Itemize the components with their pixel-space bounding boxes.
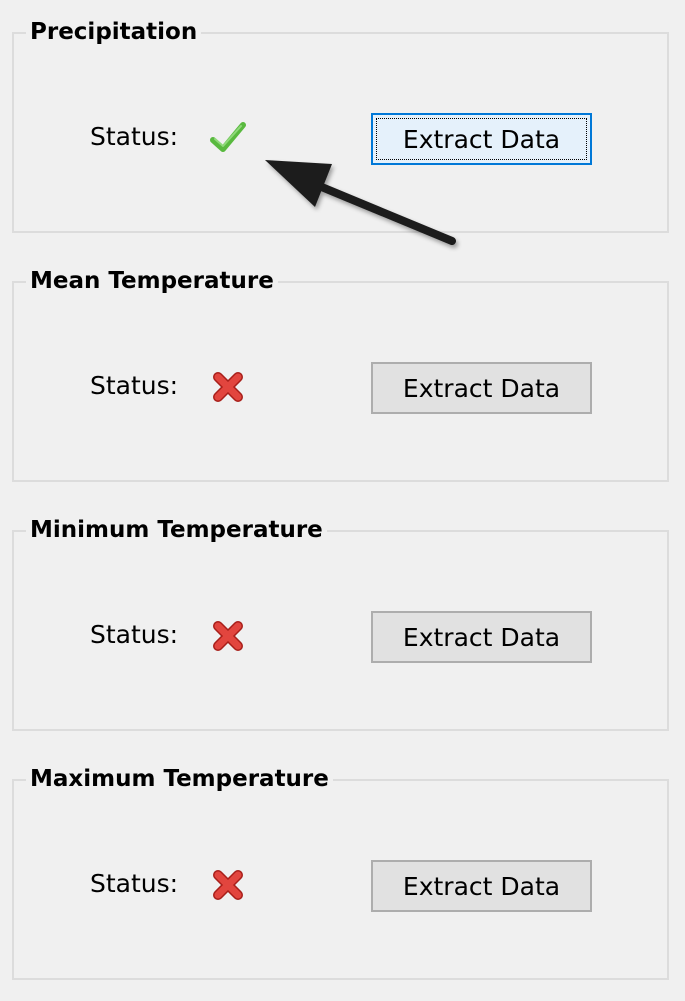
mean-temperature-group: Mean Temperature Status: Extract Data (12, 267, 669, 482)
precipitation-group: Precipitation Status: Extract Data (12, 18, 669, 233)
checkmark-icon (210, 120, 246, 156)
precipitation-status-label: Status: (90, 122, 179, 151)
maximum-temperature-extract-data-button[interactable]: Extract Data (371, 860, 592, 912)
minimum-temperature-extract-data-button[interactable]: Extract Data (371, 611, 592, 663)
cross-icon (210, 618, 246, 654)
minimum-temperature-group: Minimum Temperature Status: Extract Data (12, 516, 669, 731)
maximum-temperature-group-title: Maximum Temperature (26, 765, 333, 793)
minimum-temperature-group-title: Minimum Temperature (26, 516, 327, 544)
minimum-temperature-status-label: Status: (90, 620, 179, 649)
precipitation-extract-data-button[interactable]: Extract Data (371, 113, 592, 165)
mean-temperature-extract-data-button[interactable]: Extract Data (371, 362, 592, 414)
cross-icon (210, 867, 246, 903)
cross-icon (210, 369, 246, 405)
precipitation-group-title: Precipitation (26, 18, 202, 46)
mean-temperature-status-label: Status: (90, 371, 179, 400)
maximum-temperature-status-label: Status: (90, 869, 179, 898)
mean-temperature-group-title: Mean Temperature (26, 267, 278, 295)
maximum-temperature-group: Maximum Temperature Status: Extract Data (12, 765, 669, 980)
